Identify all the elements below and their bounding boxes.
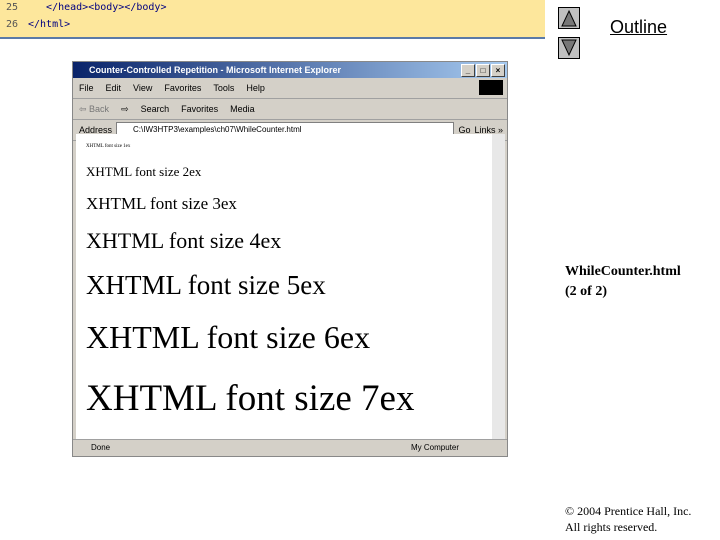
- code-line: </head><body></body>: [28, 2, 167, 13]
- minimize-button[interactable]: _: [461, 64, 475, 77]
- copyright-line: © 2004 Prentice Hall, Inc.: [565, 504, 692, 518]
- menu-favorites[interactable]: Favorites: [164, 83, 201, 93]
- media-button[interactable]: Media: [230, 104, 255, 114]
- text-line: XHTML font size 7ex: [86, 378, 415, 419]
- outline-link[interactable]: Outline: [610, 17, 667, 38]
- windows-logo-icon: [479, 80, 503, 95]
- text-line: XHTML font size 3ex: [86, 194, 237, 213]
- menu-tools[interactable]: Tools: [213, 83, 234, 93]
- toolbar: ⇦ Back ⇨ Search Favorites Media: [73, 99, 507, 120]
- code-line: </html>: [28, 19, 71, 30]
- title-bar: Counter-Controlled Repetition - Microsof…: [73, 62, 507, 78]
- previous-slide-button[interactable]: [558, 7, 580, 29]
- close-button[interactable]: ×: [491, 64, 505, 77]
- menu-view[interactable]: View: [133, 83, 152, 93]
- forward-button[interactable]: ⇨: [121, 104, 129, 115]
- text-line: XHTML font size 1ex: [86, 144, 131, 149]
- page-indicator: (2 of 2): [565, 284, 607, 299]
- zone-text: My Computer: [411, 443, 460, 452]
- text-line: XHTML font size 6ex: [86, 319, 371, 355]
- menu-help[interactable]: Help: [246, 83, 265, 93]
- back-button[interactable]: ⇦ Back: [79, 104, 109, 115]
- browser-window: Counter-Controlled Repetition - Microsof…: [72, 61, 508, 457]
- vertical-scrollbar[interactable]: [492, 134, 505, 440]
- code-listing: 25 </head><body></body> 26 </html>: [0, 0, 545, 39]
- status-text: Done: [91, 443, 111, 452]
- window-title: Counter-Controlled Repetition - Microsof…: [89, 65, 342, 75]
- next-slide-button[interactable]: [558, 37, 580, 59]
- menu-bar: File Edit View Favorites Tools Help: [73, 78, 507, 99]
- line-number: 26: [6, 19, 19, 30]
- text-line: XHTML font size 2ex: [86, 164, 202, 179]
- favorites-button[interactable]: Favorites: [181, 104, 218, 114]
- status-bar: Done My Computer: [73, 439, 507, 456]
- line-number: 25: [6, 2, 19, 13]
- copyright: © 2004 Prentice Hall, Inc. All rights res…: [565, 503, 691, 535]
- copyright-line: All rights reserved.: [565, 520, 658, 534]
- menu-edit[interactable]: Edit: [106, 83, 122, 93]
- file-name: WhileCounter.html: [565, 264, 681, 279]
- text-line: XHTML font size 5ex: [86, 270, 326, 300]
- page-content: XHTML font size 1ex XHTML font size 2ex …: [76, 134, 492, 440]
- search-button[interactable]: Search: [141, 104, 170, 114]
- menu-file[interactable]: File: [79, 83, 94, 93]
- text-line: XHTML font size 4ex: [86, 228, 282, 253]
- maximize-button[interactable]: □: [476, 64, 490, 77]
